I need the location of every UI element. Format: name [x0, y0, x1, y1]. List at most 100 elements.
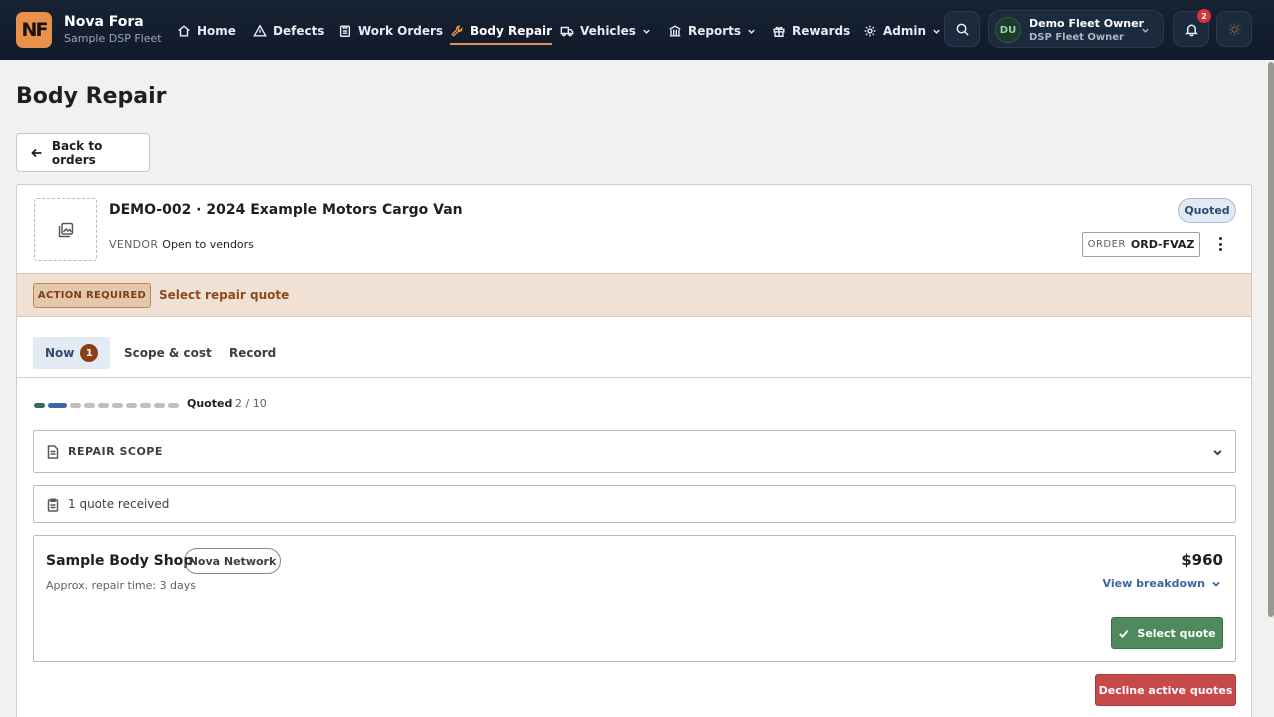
progress-step [70, 402, 81, 408]
tab-record[interactable]: Record [229, 337, 276, 369]
quote-card: Sample Body Shop Nova Network Approx. re… [33, 535, 1236, 662]
logo[interactable]: NF [16, 12, 52, 48]
chevron-down-icon [748, 29, 755, 34]
chevron-down-icon [643, 29, 650, 34]
vendor-value: Open to vendors [162, 238, 254, 251]
user-name: Demo Fleet Owner [1029, 17, 1144, 30]
arrow-left-icon [31, 148, 42, 157]
order-card: DEMO-002 · 2024 Example Motors Cargo Van… [16, 184, 1252, 717]
nav-defects[interactable]: Defects [253, 20, 324, 42]
progress-step [34, 402, 45, 408]
nav-body-repair[interactable]: Body Repair [450, 20, 553, 45]
vendor-line: VENDOR Open to vendors [109, 238, 254, 251]
bank-icon [669, 25, 681, 37]
nav-reports[interactable]: Reports [668, 20, 756, 42]
progress-step [84, 402, 95, 408]
nav-admin-label: Admin [883, 24, 927, 38]
action-required-tag: ACTION REQUIRED [33, 283, 151, 308]
select-quote-label: Select quote [1137, 626, 1216, 640]
fleet-name: Sample DSP Fleet [64, 32, 162, 45]
progress-steps [34, 400, 179, 410]
quote-price: $960 [1181, 551, 1223, 569]
progress-step [98, 402, 109, 408]
sun-icon [1227, 22, 1241, 36]
warning-icon [253, 24, 267, 37]
order-id: ORD-FVAZ [1130, 238, 1195, 251]
vendor-label: VENDOR [109, 238, 159, 251]
quotes-received-panel: 1 quote received [33, 485, 1236, 523]
clipboard-icon [47, 498, 59, 512]
brand-name: Nova Fora [64, 14, 144, 30]
scrollbar[interactable] [1268, 62, 1274, 617]
order-label: ORDER [1087, 239, 1126, 250]
chevron-down-icon [933, 29, 940, 34]
tab-scope-cost[interactable]: Scope & cost [124, 337, 212, 369]
gear-icon [864, 25, 876, 37]
nav-reports-label: Reports [688, 24, 742, 38]
action-required-text: Select repair quote [159, 288, 290, 302]
progress-label: Quoted [187, 397, 233, 410]
network-badge: Nova Network [184, 548, 281, 574]
tab-now[interactable]: Now 1 [33, 337, 111, 369]
progress-step [48, 402, 67, 408]
search-button[interactable] [944, 11, 980, 47]
repair-time: Approx. repair time: 3 days [46, 579, 197, 592]
check-icon [1119, 629, 1129, 638]
clipboard-icon [339, 25, 351, 37]
back-button-label: Back to orders [51, 138, 103, 167]
nav-defects-label: Defects [273, 24, 325, 38]
chevron-down-icon [1142, 28, 1149, 33]
progress-step [126, 402, 137, 408]
progress-count: 2 / 10 [235, 397, 267, 410]
nav-rewards-label: Rewards [792, 24, 851, 38]
brand-block: Nova Fora Sample DSP Fleet [64, 13, 162, 46]
order-title: DEMO-002 · 2024 Example Motors Cargo Van [109, 202, 463, 218]
nav-work-orders[interactable]: Work Orders [338, 20, 443, 42]
nav-home[interactable]: Home [177, 20, 236, 42]
home-icon [178, 25, 190, 37]
document-icon [47, 445, 59, 459]
view-breakdown-link[interactable]: View breakdown [1103, 577, 1221, 590]
decline-quotes-button[interactable]: Decline active quotes [1095, 674, 1236, 706]
chevron-down-icon [1213, 450, 1222, 456]
status-badge: Quoted [1178, 198, 1236, 223]
theme-toggle[interactable] [1216, 11, 1252, 47]
back-to-orders-button[interactable]: Back to orders [16, 133, 150, 172]
truck-icon [560, 26, 574, 37]
add-photo-placeholder[interactable] [34, 198, 97, 261]
tab-now-count: 1 [80, 344, 99, 362]
progress-step [140, 402, 151, 408]
nav-work-orders-label: Work Orders [358, 24, 444, 38]
wrench-icon [451, 25, 463, 37]
image-stack-icon [58, 222, 73, 237]
select-quote-button[interactable]: Select quote [1111, 617, 1223, 649]
nav-vehicles-label: Vehicles [580, 24, 636, 38]
progress-step [168, 402, 179, 408]
nav-body-repair-label: Body Repair [470, 24, 553, 38]
tab-now-label: Now [45, 346, 75, 360]
user-role: DSP Fleet Owner [1029, 32, 1124, 43]
search-icon [956, 23, 969, 36]
action-required-bar: ACTION REQUIRED Select repair quote [17, 273, 1251, 317]
progress-step [112, 402, 123, 408]
repair-scope-label: REPAIR SCOPE [68, 445, 163, 458]
nav-admin[interactable]: Admin [863, 20, 941, 42]
order-id-box[interactable]: ORDER ORD-FVAZ [1082, 232, 1200, 257]
avatar: DU [995, 17, 1021, 43]
notification-badge: 2 [1197, 9, 1211, 23]
quotes-received-label: 1 quote received [68, 497, 170, 511]
nav-home-label: Home [197, 24, 236, 38]
more-options-button[interactable] [1213, 234, 1227, 254]
user-menu[interactable]: DU Demo Fleet Owner DSP Fleet Owner [988, 10, 1164, 48]
top-nav: NF Nova Fora Sample DSP Fleet Home Defec… [0, 0, 1274, 60]
page-title: Body Repair [16, 84, 167, 109]
nav-rewards[interactable]: Rewards [772, 20, 850, 42]
repair-scope-panel[interactable]: REPAIR SCOPE [33, 430, 1236, 473]
nav-vehicles[interactable]: Vehicles [560, 20, 651, 42]
bell-icon [1184, 24, 1198, 36]
tab-bar: Now 1 Scope & cost Record [17, 317, 1251, 378]
shop-name: Sample Body Shop [46, 553, 194, 569]
gift-icon [773, 26, 785, 37]
view-breakdown-label: View breakdown [1102, 577, 1205, 590]
progress-step [154, 402, 165, 408]
